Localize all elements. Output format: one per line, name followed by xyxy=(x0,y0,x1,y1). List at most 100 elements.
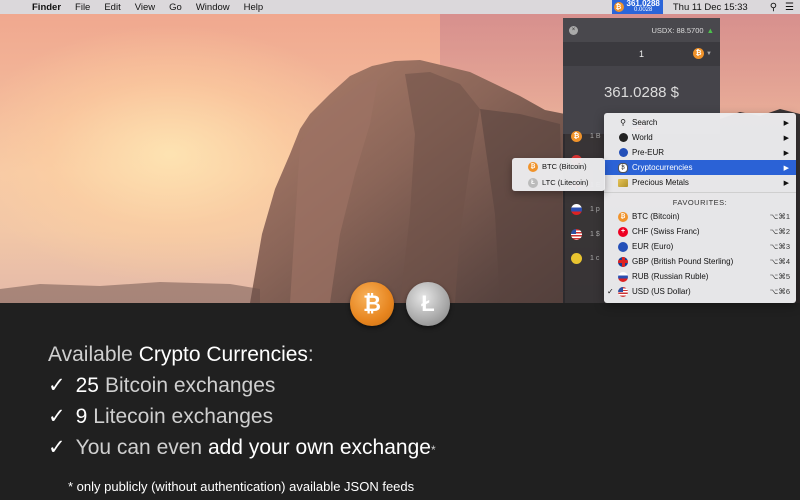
menu-item-label: USD (US Dollar) xyxy=(632,287,691,296)
shortcut-label: ⌥⌘1 xyxy=(769,212,790,221)
widget-value: 361.0288 xyxy=(626,0,660,8)
widget-values: 361.0288 0.0028 xyxy=(627,0,660,14)
shortcut-label: ⌥⌘6 xyxy=(769,287,790,296)
footnote: * only publicly (without authentication)… xyxy=(68,479,415,494)
eu-icon xyxy=(618,148,628,158)
amount-value: 1 xyxy=(638,49,644,59)
headline-colon: : xyxy=(307,343,314,366)
headline-light: Available xyxy=(48,343,139,366)
search-icon: ⚲ xyxy=(620,118,626,127)
list-item[interactable]: 1 p xyxy=(563,198,603,223)
conversion-result: 361.0288 $ xyxy=(563,66,720,118)
menu-item-label: Cryptocurrencies xyxy=(632,163,693,172)
menu-edit[interactable]: Edit xyxy=(104,2,120,13)
menu-item-label: CHF (Swiss Franc) xyxy=(632,227,700,236)
submenu-item-btc[interactable]: ₿ BTC (Bitcoin) xyxy=(512,159,605,174)
menu-item-label: Pre-EUR xyxy=(632,148,665,157)
menu-separator xyxy=(604,192,796,193)
menu-go[interactable]: Go xyxy=(169,2,182,13)
feature-custom-exchange: ✓ You can even add your own exchange * xyxy=(48,435,436,460)
russia-flag-icon xyxy=(618,271,628,282)
feature-count: 9 xyxy=(75,405,88,428)
menu-item-cryptocurrencies[interactable]: ₿ Cryptocurrencies ▶ xyxy=(604,160,796,175)
up-arrow-icon: ▲ xyxy=(706,25,714,35)
feature-bold-text: add your own exchange xyxy=(207,436,431,459)
bitcoin-icon: ₿ xyxy=(571,130,582,142)
list-item-label: 1 p xyxy=(590,206,600,214)
currency-widget[interactable]: ₿ 361.0288 0.0028 xyxy=(611,0,663,14)
submenu-arrow-icon: ▶ xyxy=(783,119,789,127)
menu-item-precious-metals[interactable]: Precious Metals ▶ xyxy=(604,175,796,190)
menu-item-label: Search xyxy=(632,118,658,127)
favourite-rub[interactable]: RUB (Russian Ruble) ⌥⌘5 xyxy=(604,269,796,284)
globe-icon xyxy=(618,133,628,143)
menubar-right: ₿ 361.0288 0.0028 Thu 11 Dec 15:33 ⚲ ☰ xyxy=(611,0,794,14)
menu-item-label: World xyxy=(632,133,653,142)
checkmark-icon: ✓ xyxy=(48,374,66,397)
bitcoin-icon: ₿ xyxy=(613,2,624,12)
eu-flag-icon xyxy=(618,241,628,252)
list-item-label: 1 c xyxy=(590,255,600,263)
source-currency-selector[interactable]: ₿ ▼ xyxy=(693,48,712,59)
list-item[interactable]: 1 c xyxy=(563,247,603,272)
menu-help[interactable]: Help xyxy=(244,2,264,13)
amount-input[interactable]: 1 ₿ ▼ xyxy=(563,42,720,66)
us-flag-icon xyxy=(571,228,582,240)
menu-item-search[interactable]: ⚲ Search ▶ xyxy=(604,115,796,130)
menu-window[interactable]: Window xyxy=(196,2,230,13)
submenu-arrow-icon: ▶ xyxy=(783,164,789,172)
feature-litecoin-exchanges: ✓ 9 Litecoin exchanges xyxy=(48,404,273,429)
menu-item-label: RUB (Russian Ruble) xyxy=(632,272,709,281)
menu-item-label: GBP (British Pound Sterling) xyxy=(632,257,734,266)
gold-coin-icon xyxy=(571,253,582,265)
spotlight-search-icon[interactable]: ⚲ xyxy=(770,2,777,13)
list-item-label: 1 $ xyxy=(590,230,600,238)
litecoin-logo-icon: Ł xyxy=(406,282,450,326)
us-flag-icon xyxy=(618,286,628,297)
menu-item-label: Precious Metals xyxy=(632,178,689,187)
list-item[interactable]: 1 $ xyxy=(563,222,603,247)
currency-list: ₿1 B 1 E 1 p 1 $ 1 c xyxy=(563,124,603,271)
menu-item-label: EUR (Euro) xyxy=(632,242,674,251)
headline-bold: Crypto Currencies xyxy=(138,343,308,366)
shortcut-label: ⌥⌘3 xyxy=(769,242,790,251)
favourites-header: FAVOURITES: xyxy=(672,197,728,207)
shortcut-label: ⌥⌘2 xyxy=(769,227,790,236)
litecoin-icon: Ł xyxy=(528,177,538,188)
notification-center-icon[interactable]: ☰ xyxy=(785,2,794,13)
panel-header: × USDX: 88.5700 ▲ xyxy=(563,18,720,42)
menu-item-world[interactable]: World ▶ xyxy=(604,130,796,145)
favourite-chf[interactable]: + CHF (Swiss Franc) ⌥⌘2 xyxy=(604,224,796,239)
favourite-eur[interactable]: EUR (Euro) ⌥⌘3 xyxy=(604,239,796,254)
checkmark-icon: ✓ xyxy=(48,405,66,428)
feature-count: 25 xyxy=(75,374,99,397)
feature-text: Litecoin exchanges xyxy=(93,405,274,428)
menu-item-pre-eur[interactable]: Pre-EUR ▶ xyxy=(604,145,796,160)
feature-text: You can even xyxy=(75,436,208,459)
bitcoin-icon: ₿ xyxy=(528,161,538,172)
shortcut-label: ⌥⌘4 xyxy=(769,257,790,266)
close-icon[interactable]: × xyxy=(569,25,578,35)
list-item[interactable]: ₿ 1 B xyxy=(563,124,603,149)
usdx-label: USDX: 88.5700 xyxy=(651,25,704,35)
footnote-marker: * xyxy=(430,443,436,457)
crypto-icon: ₿ xyxy=(618,162,628,173)
metal-icon xyxy=(618,178,628,188)
menu-finder[interactable]: Finder xyxy=(32,2,61,13)
menu-file[interactable]: File xyxy=(75,2,90,13)
clock[interactable]: Thu 11 Dec 15:33 xyxy=(673,2,748,13)
currency-menu: ⚲ Search ▶ World ▶ Pre-EUR ▶ ₿ Cryptocur… xyxy=(604,113,796,303)
promo-headline: Available Crypto Currencies: xyxy=(48,343,314,367)
feature-bitcoin-exchanges: ✓ 25 Bitcoin exchanges xyxy=(48,373,275,398)
favourite-usd[interactable]: ✓ USD (US Dollar) ⌥⌘6 xyxy=(604,284,796,299)
swiss-flag-icon: + xyxy=(618,226,628,237)
checkmark-icon: ✓ xyxy=(607,287,614,296)
russia-flag-icon xyxy=(571,204,582,216)
menu-view[interactable]: View xyxy=(135,2,155,13)
checkmark-icon: ✓ xyxy=(48,436,66,459)
submenu-arrow-icon: ▶ xyxy=(783,179,789,187)
submenu-item-ltc[interactable]: Ł LTC (Litecoin) xyxy=(512,175,605,190)
favourite-gbp[interactable]: GBP (British Pound Sterling) ⌥⌘4 xyxy=(604,254,796,269)
favourite-btc[interactable]: ₿ BTC (Bitcoin) ⌥⌘1 xyxy=(604,209,796,224)
menu-bar: Finder File Edit View Go Window Help ₿ 3… xyxy=(0,0,800,14)
